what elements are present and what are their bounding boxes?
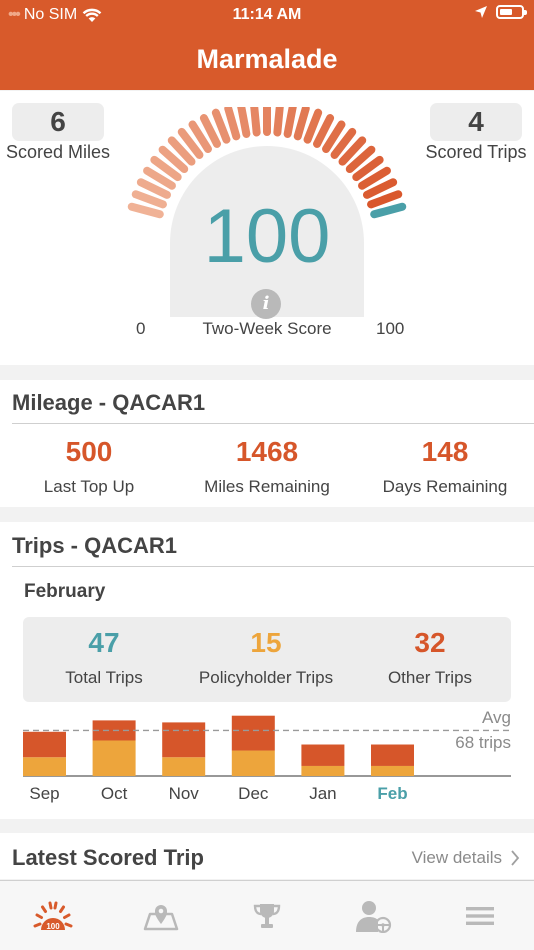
monthly-trips-chart: Sep Oct Nov Dec Jan Feb Avg 68 trips <box>23 708 511 803</box>
gauge-max-label: 100 <box>376 319 405 338</box>
days-remaining-label: Days Remaining <box>382 477 508 496</box>
category-label: Nov <box>169 784 200 803</box>
scored-trips-value: 4 <box>430 103 522 141</box>
other-trips-stat: 32 Other Trips <box>349 627 511 688</box>
mileage-card: Mileage - QACAR1 500 Last Top Up 1468 Mi… <box>0 380 534 507</box>
avg-label: Avg <box>482 708 511 727</box>
app-title: Marmalade <box>0 33 534 90</box>
bar-segment <box>23 757 66 776</box>
bar-segment <box>371 765 414 776</box>
gauge-tick <box>211 108 231 144</box>
total-trips-label: Total Trips <box>65 668 143 687</box>
avg-trips-label: 68 trips <box>455 733 511 752</box>
last-top-up-label: Last Top Up <box>43 477 135 496</box>
score-gauge-icon: 100 <box>33 901 73 931</box>
tab-menu[interactable] <box>458 899 502 933</box>
policyholder-trips-label: Policyholder Trips <box>198 668 334 687</box>
other-trips-value: 32 <box>414 627 446 658</box>
tab-drivers[interactable] <box>352 899 396 933</box>
trips-title: Trips - QACAR1 <box>12 533 178 558</box>
gauge-tick <box>250 107 261 137</box>
location-arrow-icon <box>475 6 487 18</box>
gauge-tick <box>273 107 284 137</box>
scored-miles-label: Scored Miles <box>5 142 111 162</box>
month-title: February <box>24 581 106 602</box>
miles-remaining-value: 1468 <box>235 436 299 467</box>
bar-segment <box>231 715 275 751</box>
trips-card: Trips - QACAR1 February 47 Total Trips 1… <box>0 522 534 819</box>
gauge-tick <box>293 107 310 141</box>
tab-map[interactable] <box>139 899 183 933</box>
policyholder-trips-value: 15 <box>250 627 282 658</box>
bar-segment <box>162 722 206 758</box>
other-trips-label: Other Trips <box>387 668 473 687</box>
driver-icon <box>356 901 392 933</box>
gauge-tick <box>283 107 297 138</box>
policyholder-trips-stat: 15 Policyholder Trips <box>185 627 347 688</box>
bar-segment <box>231 750 275 776</box>
latest-trip-title: Latest Scored Trip <box>12 845 204 870</box>
latest-trip-card[interactable]: Latest Scored Trip View details <box>0 833 534 879</box>
tab-bar: 100 <box>0 880 534 950</box>
bar-segment <box>301 744 345 766</box>
category-label: Oct <box>101 784 128 803</box>
tab-score[interactable]: 100 <box>31 899 75 933</box>
view-details-link[interactable]: View details <box>412 848 520 868</box>
divider <box>12 423 534 424</box>
mileage-item: 148 Days Remaining <box>356 437 534 497</box>
category-label: Feb <box>377 784 407 803</box>
bar-segment <box>23 731 66 758</box>
mileage-title: Mileage - QACAR1 <box>12 390 206 415</box>
category-label: Dec <box>238 784 269 803</box>
mileage-item: 500 Last Top Up <box>0 437 178 497</box>
total-trips-stat: 47 Total Trips <box>23 627 185 688</box>
total-trips-value: 47 <box>88 627 120 658</box>
scored-trips-label: Scored Trips <box>425 142 527 162</box>
gauge-tick <box>224 107 241 141</box>
view-details-label: View details <box>411 848 502 867</box>
category-label: Sep <box>29 784 59 803</box>
svg-text:100: 100 <box>46 922 60 931</box>
gauge-tick <box>237 107 251 138</box>
score-value: 100 <box>203 194 331 279</box>
status-bar: ••• No SIM 11:14 AM <box>0 0 534 33</box>
scored-miles-value: 6 <box>12 103 104 141</box>
trophy-icon <box>253 904 281 928</box>
divider <box>12 566 534 567</box>
bar-segment <box>301 765 345 776</box>
map-icon <box>143 905 179 931</box>
score-label: Two-Week Score <box>202 319 332 338</box>
menu-icon <box>466 907 494 925</box>
trips-summary-panel: 47 Total Trips 15 Policyholder Trips 32 … <box>23 617 511 702</box>
mileage-item: 1468 Miles Remaining <box>178 437 356 497</box>
gauge-tick <box>303 108 323 144</box>
chevron-right-icon <box>511 850 520 866</box>
bar-segment <box>371 744 414 766</box>
miles-remaining-label: Miles Remaining <box>204 477 330 496</box>
bar-segment <box>162 757 206 776</box>
info-icon[interactable]: i <box>251 289 281 319</box>
bar-segment <box>92 740 136 776</box>
days-remaining-value: 148 <box>421 436 469 467</box>
tab-rewards[interactable] <box>245 899 289 933</box>
score-card: 6 Scored Miles 4 Scored Trips 100 i 0 Tw… <box>0 91 534 365</box>
last-top-up-value: 500 <box>65 436 113 467</box>
battery-icon <box>496 5 527 19</box>
status-time: 11:14 AM <box>232 6 302 23</box>
category-label: Jan <box>309 784 336 803</box>
